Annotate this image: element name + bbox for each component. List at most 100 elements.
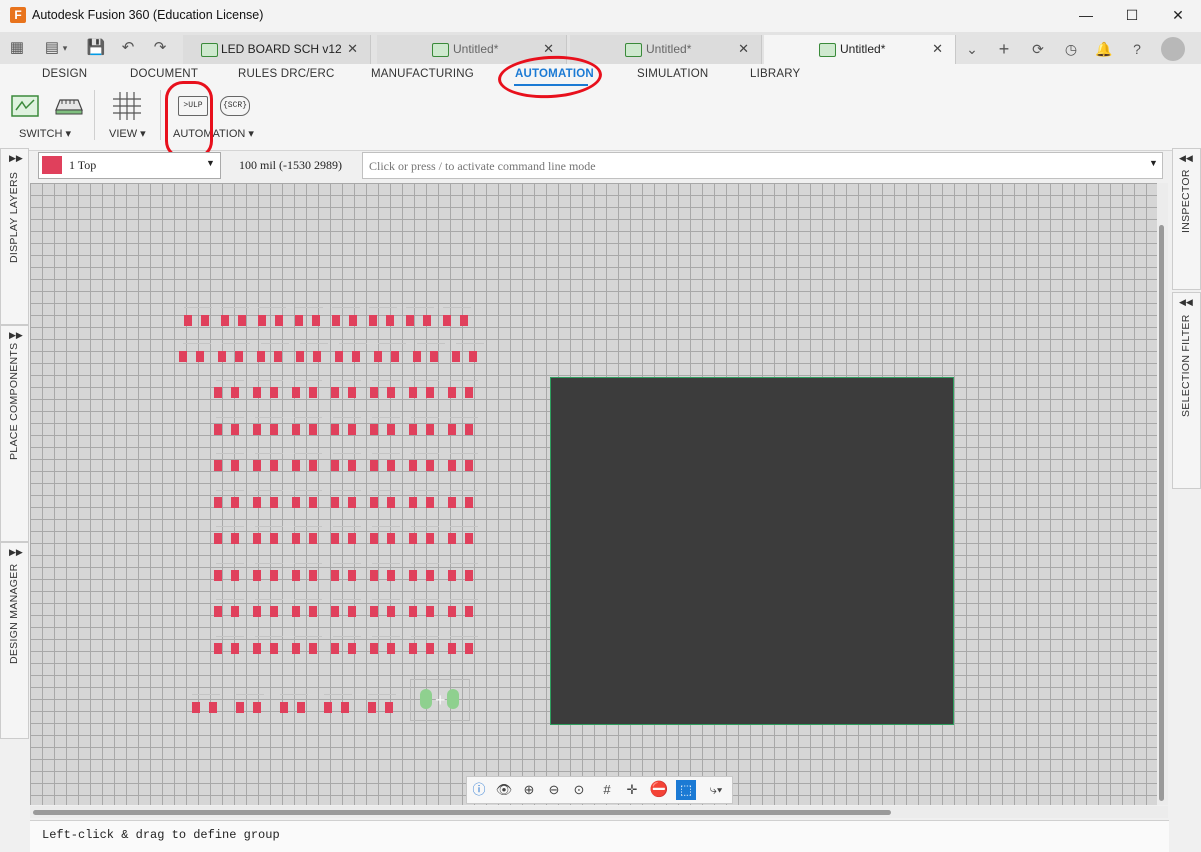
place-components-panel[interactable]: ▶▶ PLACE COMPONENTS	[0, 325, 29, 542]
tab-led-board-sch[interactable]: LED BOARD SCH v12 ✕	[183, 35, 371, 64]
led-pad	[292, 460, 300, 471]
led-pad	[296, 351, 304, 362]
switch-to-schematic-button[interactable]	[10, 92, 40, 120]
layer-select-value: 1 Top	[69, 158, 97, 172]
run-script-button[interactable]: {SCR}	[220, 96, 250, 116]
led-pad	[331, 460, 339, 471]
tab-label: LED BOARD SCH v12	[221, 42, 342, 56]
led-pad	[387, 423, 395, 435]
led-pad	[469, 351, 477, 362]
view-group-label[interactable]: VIEW ▾	[109, 127, 146, 140]
led-pad	[387, 569, 395, 581]
tab-untitled-active[interactable]: Untitled* ✕	[764, 35, 956, 64]
chevron-down-icon[interactable]: ▼	[1149, 158, 1158, 168]
maximize-icon[interactable]: ☐	[1109, 0, 1155, 32]
led-label-mark	[411, 380, 439, 386]
led-pad	[270, 460, 278, 471]
new-tab-icon[interactable]: +	[992, 37, 1016, 61]
grid-button[interactable]	[111, 91, 143, 121]
route-options-icon[interactable]: ⤷▾	[703, 780, 729, 800]
zoom-out-icon[interactable]: ⊖	[544, 780, 564, 800]
select-icon[interactable]: ⬚	[676, 780, 696, 800]
led-pad	[309, 606, 317, 617]
led-pad	[413, 351, 421, 362]
zoom-fit-icon[interactable]: ⊙	[569, 780, 589, 800]
led-pad	[236, 702, 244, 713]
led-pad	[221, 315, 229, 326]
display-layers-panel[interactable]: ▶▶ DISPLAY LAYERS	[0, 148, 29, 325]
info-icon[interactable]: ⓘ	[469, 780, 489, 800]
led-label-mark	[450, 380, 478, 386]
board-outline[interactable]	[550, 377, 954, 725]
tab-untitled-2[interactable]: Untitled* ✕	[570, 35, 762, 64]
horizontal-scroll-thumb[interactable]	[33, 810, 891, 815]
tab-overflow-icon[interactable]: ⌄	[960, 37, 984, 61]
led-pad	[292, 533, 300, 544]
tab-manufacturing[interactable]: MANUFACTURING	[371, 68, 474, 80]
tab-library[interactable]: LIBRARY	[750, 68, 800, 80]
close-tab-icon[interactable]: ✕	[738, 41, 749, 57]
switch-group-label[interactable]: SWITCH ▾	[19, 127, 71, 140]
design-manager-panel[interactable]: ▶▶ DESIGN MANAGER	[0, 542, 29, 739]
switch-to-3d-button[interactable]	[52, 92, 84, 120]
led-pad	[214, 423, 222, 435]
app-grid-icon[interactable]: ▦	[5, 36, 29, 60]
undo-icon[interactable]: ↶	[116, 36, 140, 60]
led-pad	[184, 315, 192, 326]
close-tab-icon[interactable]: ✕	[347, 41, 358, 57]
led-pad	[292, 569, 300, 581]
led-label-mark	[295, 307, 323, 313]
user-avatar[interactable]	[1161, 37, 1185, 61]
grid-toggle-icon[interactable]: #	[597, 780, 617, 800]
tab-rules[interactable]: RULES DRC/ERC	[238, 68, 335, 80]
close-window-icon[interactable]: ✕	[1155, 0, 1201, 32]
led-pad	[387, 533, 395, 544]
layer-select[interactable]	[38, 152, 221, 179]
crosshair-icon[interactable]: ✛	[622, 780, 642, 800]
save-icon[interactable]: 💾	[84, 36, 108, 60]
job-status-icon[interactable]: ◷	[1059, 37, 1083, 61]
zoom-in-icon[interactable]: ⊕	[519, 780, 539, 800]
command-line-input[interactable]	[367, 157, 1131, 175]
inspector-panel[interactable]: ◀◀ INSPECTOR	[1172, 148, 1201, 290]
eye-icon[interactable]: 👁	[494, 780, 514, 800]
extensions-icon[interactable]: ⟳	[1026, 37, 1050, 61]
led-label-mark	[333, 489, 361, 496]
connector-footprint[interactable]: +	[410, 679, 470, 721]
design-manager-label: DESIGN MANAGER	[8, 563, 20, 664]
vertical-scroll-thumb[interactable]	[1159, 225, 1164, 801]
minimize-icon[interactable]: —	[1063, 0, 1109, 32]
close-tab-icon[interactable]: ✕	[932, 41, 943, 57]
led-pad	[443, 315, 451, 326]
tab-simulation[interactable]: SIMULATION	[637, 68, 708, 80]
led-pad	[218, 351, 226, 362]
stop-icon[interactable]: ⛔	[649, 780, 669, 800]
led-pad	[409, 533, 417, 544]
led-pad	[348, 496, 356, 508]
led-label-mark	[372, 526, 400, 532]
led-label-mark	[372, 380, 400, 386]
file-dropdown-icon[interactable]: ▾	[58, 36, 72, 60]
led-pad	[409, 387, 417, 398]
tab-document[interactable]: DOCUMENT	[130, 68, 198, 80]
selection-filter-panel[interactable]: ◀◀ SELECTION FILTER	[1172, 292, 1201, 489]
collapse-icon[interactable]: ◀◀	[1179, 153, 1193, 164]
led-label-mark	[255, 380, 283, 386]
tab-label: Untitled*	[840, 42, 886, 56]
schematic-icon	[625, 43, 642, 57]
close-tab-icon[interactable]: ✕	[543, 41, 554, 57]
expand-icon[interactable]: ▶▶	[9, 153, 23, 164]
help-icon[interactable]: ?	[1125, 37, 1149, 61]
redo-icon[interactable]: ↷	[148, 36, 172, 60]
led-label-mark	[236, 694, 264, 700]
expand-icon[interactable]: ▶▶	[9, 547, 23, 558]
collapse-icon[interactable]: ◀◀	[1179, 297, 1193, 308]
chevron-down-icon[interactable]: ▼	[206, 158, 215, 168]
board-canvas[interactable]: +	[30, 183, 1161, 805]
command-line[interactable]	[362, 152, 1163, 179]
led-pad	[253, 642, 261, 654]
tab-design[interactable]: DESIGN	[42, 68, 87, 80]
expand-icon[interactable]: ▶▶	[9, 330, 23, 341]
notifications-icon[interactable]: 🔔	[1092, 37, 1116, 61]
led-pad	[352, 351, 360, 362]
